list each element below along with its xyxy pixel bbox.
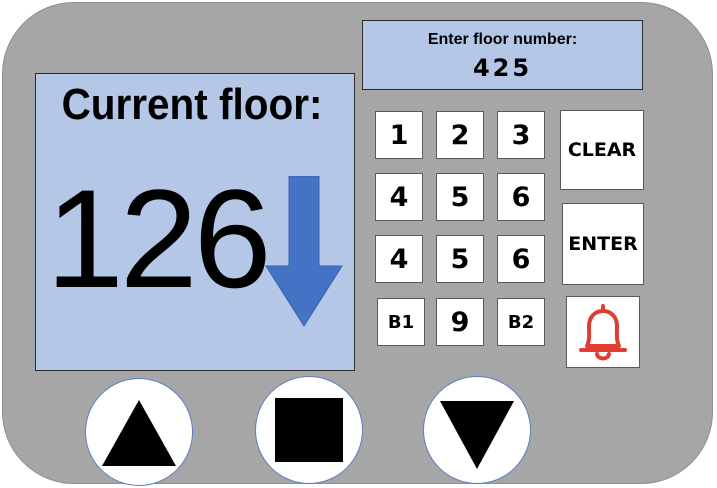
keypad-key-3[interactable]: 3: [497, 111, 545, 159]
current-floor-label: Current floor:: [61, 80, 323, 129]
keypad-key-6[interactable]: 6: [497, 173, 545, 221]
floor-entry-display: Enter floor number: 425: [362, 20, 643, 90]
keypad-key-2[interactable]: 2: [436, 111, 484, 159]
square-stop-icon: [274, 397, 344, 463]
clear-button[interactable]: CLEAR: [560, 110, 644, 190]
stop-button[interactable]: [255, 376, 363, 484]
floor-entry-label: Enter floor number:: [427, 31, 578, 48]
arrow-down-icon: [264, 175, 344, 333]
keypad-key-5[interactable]: 5: [436, 173, 484, 221]
keypad-key-4-row3[interactable]: 4: [375, 235, 423, 283]
floor-entry-value: 425: [472, 54, 533, 82]
current-floor-value: 126: [46, 160, 272, 317]
keypad-key-6-row3[interactable]: 6: [497, 235, 545, 283]
keypad-key-5-row3[interactable]: 5: [436, 235, 484, 283]
keypad-key-9[interactable]: 9: [436, 298, 484, 346]
keypad-key-b1[interactable]: B1: [377, 298, 425, 346]
keypad-key-4[interactable]: 4: [375, 173, 423, 221]
bell-icon: [575, 302, 631, 362]
keypad-key-b2[interactable]: B2: [497, 298, 545, 346]
down-button[interactable]: [423, 376, 531, 484]
keypad-key-1[interactable]: 1: [375, 111, 423, 159]
enter-button[interactable]: ENTER: [562, 203, 644, 285]
triangle-down-icon: [437, 397, 517, 473]
triangle-up-icon: [99, 396, 179, 468]
up-button[interactable]: [85, 378, 193, 486]
alarm-button[interactable]: [566, 296, 640, 368]
